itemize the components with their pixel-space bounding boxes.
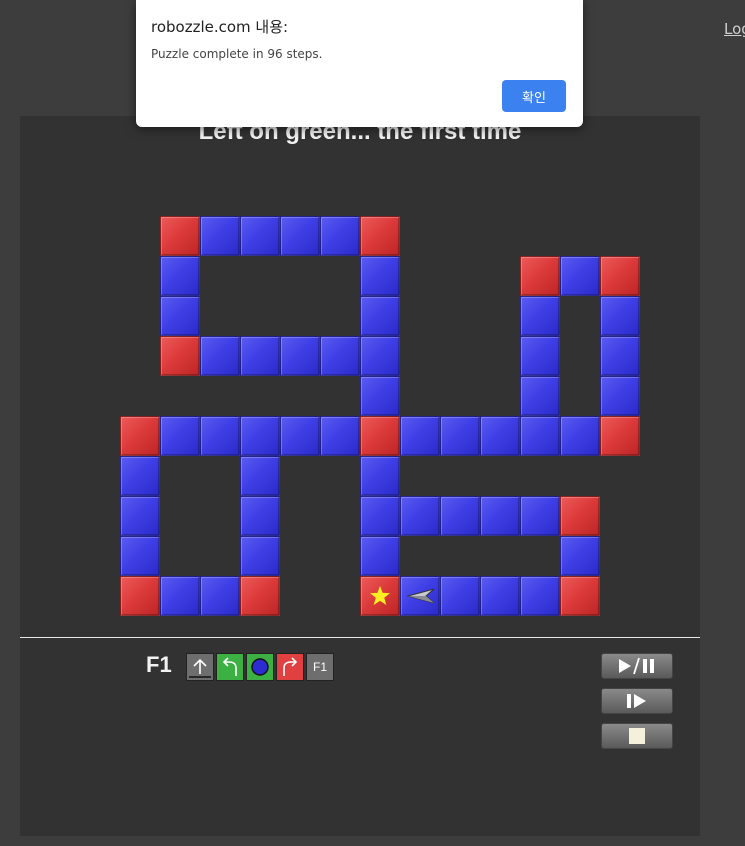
alert-origin: robozzle.com 내용: bbox=[151, 18, 289, 36]
board-tile bbox=[280, 216, 320, 256]
board-tile bbox=[440, 576, 480, 616]
board-tile bbox=[160, 576, 200, 616]
board-tile bbox=[360, 416, 400, 456]
login-link[interactable]: Log bbox=[724, 20, 745, 38]
board-tile bbox=[160, 336, 200, 376]
slot-paint-blue[interactable] bbox=[246, 653, 274, 681]
board-tile bbox=[240, 496, 280, 536]
board-tile bbox=[360, 576, 400, 616]
board-tile bbox=[560, 256, 600, 296]
board-tile bbox=[240, 536, 280, 576]
play-pause-icon bbox=[619, 657, 654, 675]
slot-call-f1-label: F1 bbox=[312, 660, 327, 674]
paint-blue-icon bbox=[251, 658, 269, 676]
board-tile bbox=[240, 416, 280, 456]
board-tile bbox=[360, 376, 400, 416]
board-tile bbox=[200, 336, 240, 376]
ok-button[interactable]: 확인 bbox=[502, 80, 566, 112]
board-tile bbox=[480, 416, 520, 456]
board-tile bbox=[520, 576, 560, 616]
board-tile bbox=[160, 216, 200, 256]
board-tile bbox=[560, 576, 600, 616]
board-tile bbox=[160, 416, 200, 456]
stop-button[interactable] bbox=[601, 723, 673, 749]
board-tile bbox=[120, 416, 160, 456]
stop-icon bbox=[629, 728, 645, 744]
board-tile bbox=[440, 496, 480, 536]
board-tile bbox=[200, 416, 240, 456]
board-tile bbox=[560, 416, 600, 456]
board-tile bbox=[240, 576, 280, 616]
board-tile bbox=[600, 256, 640, 296]
board-tile bbox=[600, 336, 640, 376]
board-tile bbox=[120, 536, 160, 576]
board-tile bbox=[320, 416, 360, 456]
robot-arrow-icon bbox=[407, 588, 435, 604]
board-tile bbox=[560, 536, 600, 576]
forward-arrow-icon bbox=[189, 658, 211, 678]
board-tile bbox=[400, 576, 440, 616]
board-tile bbox=[360, 296, 400, 336]
board-tile bbox=[600, 376, 640, 416]
board-tile bbox=[120, 456, 160, 496]
board-tile bbox=[280, 336, 320, 376]
board-tile bbox=[600, 416, 640, 456]
board-tile bbox=[520, 296, 560, 336]
board-tile bbox=[360, 456, 400, 496]
alert-message: Puzzle complete in 96 steps. bbox=[151, 47, 323, 61]
board-tile bbox=[240, 336, 280, 376]
board-tile bbox=[200, 576, 240, 616]
board-tile bbox=[400, 416, 440, 456]
star-icon bbox=[369, 585, 391, 605]
board-tile bbox=[560, 496, 600, 536]
board-tile bbox=[360, 336, 400, 376]
board-tile bbox=[240, 216, 280, 256]
board-tile bbox=[480, 496, 520, 536]
slot-turn-left[interactable] bbox=[216, 653, 244, 681]
board-tile bbox=[360, 256, 400, 296]
function-label: F1 bbox=[146, 652, 172, 677]
board-tile bbox=[520, 496, 560, 536]
step-icon bbox=[627, 694, 646, 708]
board-tile bbox=[520, 416, 560, 456]
board-tile bbox=[240, 456, 280, 496]
board-tile bbox=[520, 256, 560, 296]
slot-turn-right[interactable] bbox=[276, 653, 304, 681]
board-tile bbox=[440, 416, 480, 456]
board-tile bbox=[160, 296, 200, 336]
board-tile bbox=[360, 216, 400, 256]
divider bbox=[20, 637, 700, 638]
board-tile bbox=[160, 256, 200, 296]
play-pause-button[interactable] bbox=[601, 653, 673, 679]
turn-left-icon bbox=[222, 657, 237, 676]
board-tile bbox=[480, 576, 520, 616]
board-tile bbox=[400, 496, 440, 536]
board-tile bbox=[520, 376, 560, 416]
board-tile bbox=[280, 416, 320, 456]
board-tile bbox=[320, 216, 360, 256]
board-tile bbox=[360, 536, 400, 576]
board-tile bbox=[360, 496, 400, 536]
board-tile bbox=[520, 336, 560, 376]
board-tile bbox=[120, 496, 160, 536]
slot-forward[interactable] bbox=[186, 653, 214, 681]
board-tile bbox=[320, 336, 360, 376]
board-tile bbox=[120, 576, 160, 616]
alert-dialog: robozzle.com 내용: Puzzle complete in 96 s… bbox=[136, 0, 583, 127]
turn-right-icon bbox=[283, 657, 298, 676]
board-panel: Left on green... the first time F1 F1 bbox=[20, 116, 700, 836]
slot-call-f1[interactable]: F1 bbox=[306, 653, 334, 681]
board-tile bbox=[600, 296, 640, 336]
step-button[interactable] bbox=[601, 688, 673, 714]
board-tile bbox=[200, 216, 240, 256]
